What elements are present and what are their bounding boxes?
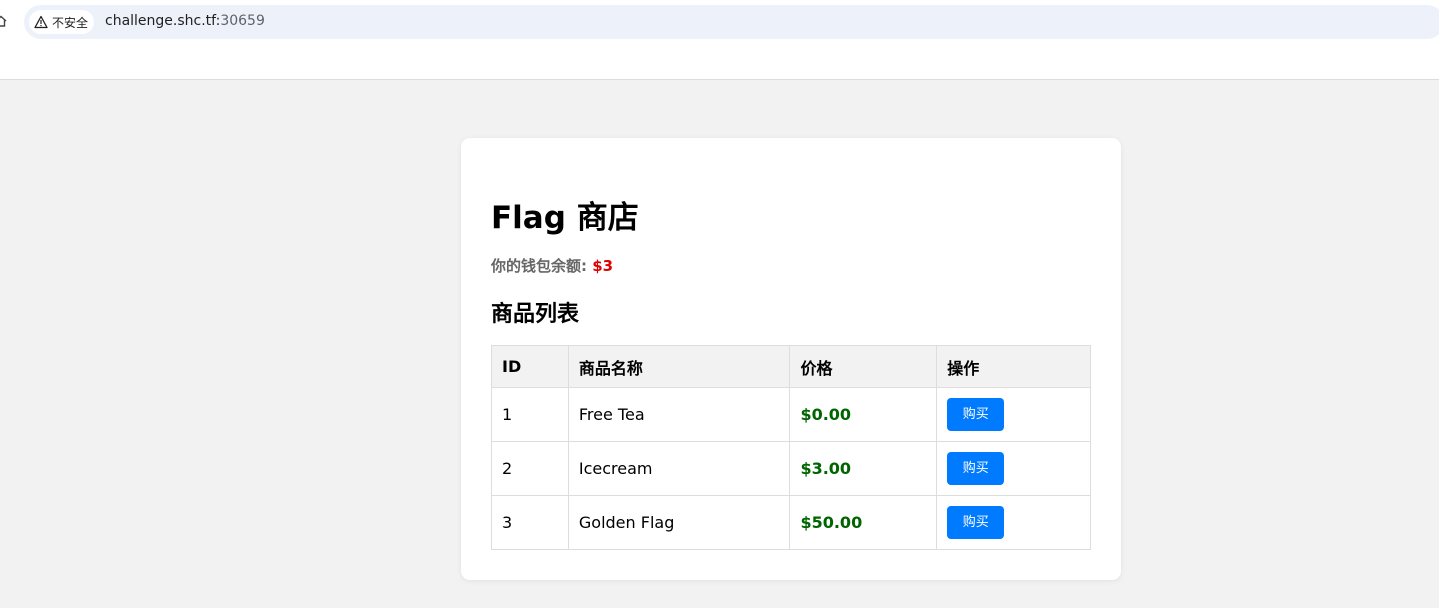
wallet-balance: 你的钱包余额: $3: [491, 255, 613, 276]
page-title: Flag 商店: [491, 200, 639, 236]
item-price: $3.00: [789, 441, 938, 496]
url-text[interactable]: challenge.shc.tf:30659: [105, 13, 265, 29]
home-icon[interactable]: [0, 14, 8, 28]
column-header-id: ID: [491, 345, 569, 388]
item-id: 1: [491, 387, 569, 442]
url-port: 30659: [220, 13, 265, 29]
item-price: $0.00: [789, 387, 938, 442]
column-header-action: 操作: [936, 345, 1091, 388]
buy-button-icecream[interactable]: 购买: [947, 452, 1005, 485]
table-header-row: ID 商品名称 价格 操作: [491, 345, 1091, 388]
warning-icon: [34, 15, 48, 29]
item-name: Golden Flag: [567, 495, 791, 550]
item-price: $50.00: [789, 495, 938, 550]
item-action-cell: 购买: [936, 441, 1091, 496]
table-row: 3 Golden Flag $50.00 购买: [491, 495, 1091, 550]
buy-button-free-tea[interactable]: 购买: [947, 398, 1005, 431]
table-row: 1 Free Tea $0.00 购买: [491, 387, 1091, 442]
item-name: Free Tea: [567, 387, 791, 442]
item-id: 2: [491, 441, 569, 496]
security-label: 不安全: [52, 15, 89, 30]
item-id: 3: [491, 495, 569, 550]
column-header-name: 商品名称: [567, 345, 791, 388]
table-row: 2 Icecream $3.00 购买: [491, 441, 1091, 496]
item-action-cell: 购买: [936, 387, 1091, 442]
buy-button-golden-flag[interactable]: 购买: [947, 506, 1005, 539]
wallet-label: 你的钱包余额:: [491, 257, 593, 275]
product-table: ID 商品名称 价格 操作 1 Free Tea $0.00 购买 2 Icec…: [491, 345, 1091, 550]
item-name: Icecream: [567, 441, 791, 496]
browser-toolbar: 不安全 challenge.shc.tf:30659: [0, 0, 1439, 80]
address-bar[interactable]: 不安全 challenge.shc.tf:30659: [24, 5, 1439, 39]
wallet-amount: $3: [592, 257, 614, 275]
security-indicator[interactable]: 不安全: [29, 10, 95, 34]
shop-card: Flag 商店 你的钱包余额: $3 商品列表 ID 商品名称 价格 操作 1 …: [461, 138, 1121, 580]
item-action-cell: 购买: [936, 495, 1091, 550]
column-header-price: 价格: [789, 345, 938, 388]
url-host: challenge.shc.tf:: [105, 13, 221, 29]
product-list-heading: 商品列表: [491, 302, 580, 327]
